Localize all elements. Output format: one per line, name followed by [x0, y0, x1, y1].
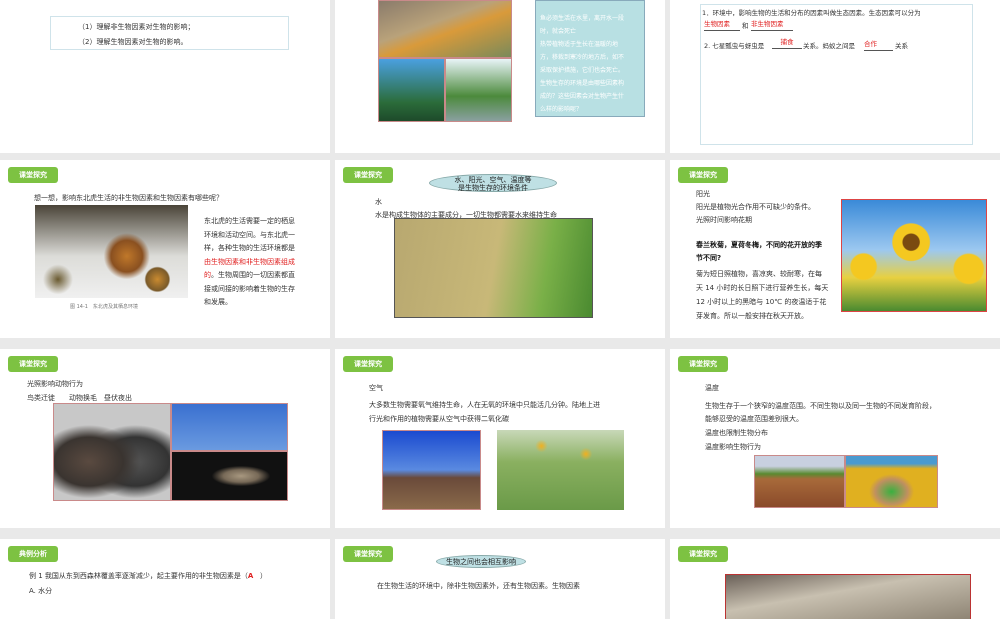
question-box-line: 鱼必须生活在水里，离开水一段: [540, 15, 625, 22]
question-text: 想一想，影响东北虎生活的非生物因素和生物因素有哪些呢？: [34, 194, 223, 202]
palm-image-1: [378, 58, 445, 122]
example-answer: A: [247, 572, 254, 580]
line-1: 光照影响动物行为: [27, 380, 83, 388]
and-text: 和: [742, 22, 749, 30]
image-caption: 图 14-1 东北虎及其栖息环境: [70, 304, 138, 310]
biotic-text: 在生物生活的环境中，除非生物因素外，还有生物因素。生物因素: [377, 582, 580, 590]
answer-1: 生物因素: [704, 18, 740, 31]
hibernating-snake-image: [845, 455, 938, 508]
section-tag: 课堂探究: [678, 167, 728, 183]
animal-image: [725, 574, 971, 619]
highlight-text: 的: [204, 271, 211, 279]
para-4: 芽发育。所以一般安排在秋天开放。: [696, 312, 808, 320]
bold-question-2: 节不同?: [696, 254, 722, 262]
tiger-image: [35, 205, 188, 298]
tiger-paragraph-line: 东北虎的生活需要一定的栖息: [204, 217, 295, 225]
migrating-birds-image: [171, 403, 288, 451]
oval-line-1: 水、阳光、空气、温度等: [454, 176, 532, 184]
temp-text-1: 生物生存于一个狭窄的温度范围。不同生物以及同一生物的不同发育阶段，: [705, 402, 936, 410]
slide-thumbnail-11[interactable]: 课堂探究 生物之间也会相互影响 在生物生活的环境中，除非生物因素外，还有生物因素…: [335, 539, 665, 619]
temp-text-4: 温度影响生物行为: [705, 443, 761, 451]
owl-image: [171, 451, 288, 501]
grassland-flowers-image: [497, 430, 624, 510]
section-tag: 课堂探究: [678, 546, 728, 562]
dry-field-image: [394, 218, 593, 318]
slide-thumbnail-7[interactable]: 课堂探究 光照影响动物行为 鸟类迁徙 动物换毛 昼伏夜出: [0, 349, 330, 528]
slide-thumbnail-4[interactable]: 课堂探究 想一想，影响东北虎生活的非生物因素和生物因素有哪些呢？ 图 14-1 …: [0, 160, 330, 338]
answer-4: 合作: [864, 38, 893, 51]
question-box-line: 方，移栽到寒冷的地方后，如不: [540, 54, 625, 61]
slide-thumbnail-3[interactable]: 1．环境中，影响生物的生活和分布的因素叫做生态因素。生态因素可以分为 生物因素 …: [670, 0, 1000, 153]
objective-2: （2）理解生物因素对生物的影响。: [78, 38, 188, 46]
question-2a: 2. 七星瓢虫与蚜虫是: [704, 42, 765, 50]
para-3: 12 小时以上的黑暗与 10℃ 的夜温适于花: [696, 298, 827, 306]
question-box-line: 时，就会死亡: [540, 28, 577, 35]
heading-temperature: 温度: [705, 384, 719, 392]
section-tag: 课堂探究: [343, 546, 393, 562]
slide-thumbnail-8[interactable]: 课堂探究 空气 大多数生物需要氧气维持生命，人在无氧的环境中只能活几分钟。陆地上…: [335, 349, 665, 528]
slide-thumbnail-5[interactable]: 课堂探究 水、阳光、空气、温度等 是生物生存的环境条件 水 水是构成生物体的主要成…: [335, 160, 665, 338]
section-tag: 课堂探究: [343, 167, 393, 183]
close-paren: ）: [260, 572, 268, 580]
tiger-paragraph-line: 接或间接的影响着生物的生存: [204, 284, 295, 293]
section-tag: 典例分析: [8, 546, 58, 562]
exercise-box: [700, 4, 973, 145]
slide-thumbnail-12[interactable]: 课堂探究: [670, 539, 1000, 619]
line-photosynthesis: 阳光是植物光合作用不可缺少的条件。: [696, 203, 815, 211]
option-a: A. 水分: [29, 587, 53, 595]
air-text-2: 行光和作用的植物需要从空气中获得二氧化碳: [369, 415, 509, 423]
para-2: 天 14 小时的长日照下进行营养生长，每天: [696, 284, 829, 292]
question-box-line: 么样的影响呢？: [540, 106, 583, 113]
slide-thumbnail-2[interactable]: 鱼必须生活在水里，离开水一段 时，就会死亡热带植物适于生长在温暖的地 方，移栽到寒冷…: [335, 0, 665, 153]
slide-thumbnail-1[interactable]: （1）理解非生物因素对生物的影响； （2）理解生物因素对生物的影响。: [0, 0, 330, 153]
conditions-oval: 水、阳光、空气、温度等 是生物生存的环境条件: [429, 174, 557, 192]
objective-1: （1）理解非生物因素对生物的影响；: [78, 23, 195, 31]
question-box-line: 热带植物适于生长在温暖的地: [540, 41, 619, 48]
temp-text-3: 温度也限制生物分布: [705, 429, 768, 437]
question-2c: 关系: [895, 42, 908, 50]
bold-question-1: 春兰秋菊，夏荷冬梅，不同的花开放的季: [696, 241, 822, 249]
question-box-line: 生物生存的环境是由哪些因素构: [540, 80, 625, 87]
section-tag: 课堂探究: [678, 356, 728, 372]
section-tag: 课堂探究: [343, 356, 393, 372]
answer-2: 非生物因素: [751, 18, 793, 31]
question-2b: 关系。蚂蚁之间是: [803, 42, 855, 50]
palm-image-2: [445, 58, 512, 122]
slide-thumbnail-9[interactable]: 课堂探究 温度 生物生存于一个狭窄的温度范围。不同生物以及同一生物的不同发育阶段…: [670, 349, 1000, 528]
tiger-paragraph-line: 环境和活动空间。与东北虎一: [204, 230, 295, 239]
sunflower-image: [841, 199, 987, 312]
oval-line-2: 是生物生存的环境条件: [458, 184, 528, 192]
slide-thumbnail-6[interactable]: 课堂探究 阳光 阳光是植物光合作用不可缺少的条件。 光照时间影响花期 春兰秋菊，…: [670, 160, 1000, 338]
heading-water: 水: [375, 198, 382, 206]
question-box-line: 成的？这些因素会对生物产生什: [540, 93, 625, 100]
section-tag: 课堂探究: [8, 356, 58, 372]
highlight-text: 由生物因素和非生物因素组成: [204, 257, 295, 266]
section-tag: 课堂探究: [8, 167, 58, 183]
penguin-image: [53, 403, 171, 501]
hibernating-frog-image: [754, 455, 845, 508]
fish-image: [378, 0, 512, 58]
tiger-paragraph-line: 和发展。: [204, 298, 232, 306]
answer-3: 捕食: [772, 36, 802, 49]
para-1: 菊为短日照植物，喜凉爽、较耐寒，在每: [696, 270, 822, 278]
heading-air: 空气: [369, 384, 383, 392]
example-question: 例 1 我国从东到西森林覆盖率逐渐减少，起主要作用的非生物因素是（: [29, 572, 248, 580]
question-box-line: 采取保护措施，它们也会死亡。: [540, 67, 625, 74]
tiger-paragraph-line: 。生物周围的一切因素都直: [211, 271, 295, 279]
air-text-1: 大多数生物需要氧气维持生命，人在无氧的环境中只能活几分钟。陆地上进: [369, 401, 600, 409]
interaction-oval: 生物之间也会相互影响: [436, 555, 526, 568]
tiger-paragraph-line: 样，各种生物的生活环境都是: [204, 244, 295, 252]
temp-text-2: 能够忍受的温度范围差别很大。: [705, 415, 803, 423]
line-sunlight: 阳光: [696, 190, 710, 198]
line-flowering: 光照时间影响花期: [696, 216, 752, 224]
tibetan-family-image: [382, 430, 481, 510]
slide-thumbnail-10[interactable]: 典例分析 例 1 我国从东到西森林覆盖率逐渐减少，起主要作用的非生物因素是（A …: [0, 539, 330, 619]
